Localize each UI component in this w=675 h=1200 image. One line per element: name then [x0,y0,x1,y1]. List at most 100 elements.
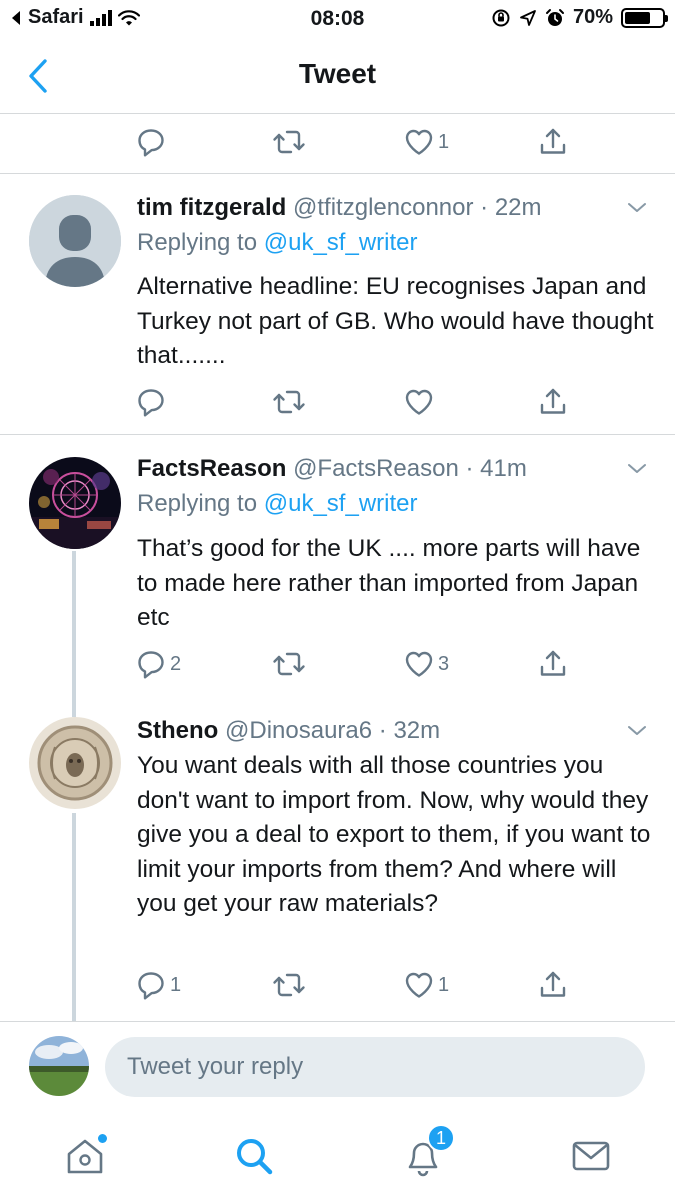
retweet-button[interactable] [272,382,306,422]
tweet-time: · 41m [465,455,527,482]
retweet-icon [272,970,306,1000]
tweet-text: That’s good for the UK .... more parts w… [137,535,641,631]
display-name[interactable]: Stheno [137,717,218,744]
like-count: 3 [438,652,450,675]
replying-to-link[interactable]: @uk_sf_writer [264,229,418,256]
tab-bar: 1 [0,1112,675,1200]
thread-line [72,551,76,699]
tab-search[interactable] [226,1128,282,1184]
tab-home[interactable] [57,1128,113,1184]
replying-to: Replying to @uk_sf_writer [137,490,418,518]
share-icon [538,649,568,679]
avatar[interactable] [29,717,121,809]
tweet-header: Stheno @Dinosaura6 · 32m [137,717,635,745]
replying-to-label: Replying to [137,490,258,517]
status-bar: Safari 08:08 70% [0,0,675,38]
back-button[interactable] [18,56,58,96]
user-handle[interactable]: @Dinosaura6 [225,717,372,744]
share-icon [538,970,568,1000]
parent-tweet-actions: 1 [130,122,610,162]
tweet-text: Alternative headline: EU recognises Japa… [137,273,654,369]
orientation-lock-icon [492,9,510,26]
reply-composer [0,1022,675,1112]
retweet-icon [272,127,306,157]
search-icon [237,1139,273,1175]
reply-icon [136,387,166,417]
like-icon [404,387,434,417]
battery-percent: 70% [572,6,613,28]
share-icon [538,387,568,417]
page-title: Tweet [298,58,377,89]
retweet-button[interactable] [272,122,306,162]
navigation-bar: Tweet [0,42,675,114]
display-name[interactable]: FactsReason [137,455,286,482]
status-bar-right: 70% [491,6,668,29]
share-button[interactable] [538,965,568,1005]
tweet-actions: 2 3 [130,644,610,684]
caret-down-icon[interactable] [625,196,649,220]
tweet-time: · 32m [378,717,441,744]
thread-line [72,813,76,1022]
like-button[interactable]: 3 [404,644,449,684]
reply-button[interactable] [136,122,166,162]
tweet-header: tim fitzgerald @tfitzglenconnor · 22m [137,194,635,222]
location-icon [520,9,536,26]
tweet-time: · 22m [480,194,542,221]
reply-tweet[interactable]: Stheno @Dinosaura6 · 32m You want deals … [0,697,675,1022]
retweet-icon [272,387,306,417]
like-count: 1 [438,130,450,153]
reply-button[interactable] [136,382,170,422]
stone-carving-avatar-image [29,717,121,809]
reply-button[interactable]: 2 [136,644,181,684]
tweet-actions: 1 1 [130,965,610,1005]
reply-icon [136,970,166,1000]
alarm-icon [545,8,564,26]
user-handle[interactable]: @tfitzglenconnor [293,194,473,221]
reply-button[interactable]: 1 [136,965,181,1005]
share-button[interactable] [538,122,568,162]
like-count: 1 [438,973,450,996]
caret-down-icon[interactable] [625,719,649,743]
like-icon [404,970,434,1000]
like-icon [404,127,434,157]
reply-count: 1 [170,973,182,996]
reply-tweet[interactable]: FactsReason @FactsReason · 41m Replying … [0,435,675,699]
share-icon [538,127,568,157]
retweet-icon [272,649,306,679]
retweet-button[interactable] [272,644,306,684]
replying-to-link[interactable]: @uk_sf_writer [264,490,418,517]
like-icon [404,649,434,679]
thread-line [72,697,76,717]
avatar[interactable] [29,457,121,549]
battery-icon [621,7,668,28]
new-content-dot [98,1134,107,1143]
notification-badge: 1 [427,1124,455,1152]
reply-icon [136,649,166,679]
share-button[interactable] [538,382,568,422]
avatar[interactable] [29,195,121,287]
share-button[interactable] [538,644,568,684]
back-chevron-icon [29,59,47,93]
landscape-avatar-image [29,1036,89,1096]
messages-icon [572,1141,610,1171]
reply-input[interactable] [105,1037,645,1097]
like-button[interactable]: 1 [404,122,449,162]
like-button[interactable] [404,382,438,422]
reply-icon [136,127,166,157]
caret-down-icon[interactable] [625,457,649,481]
fireworks-avatar-image [29,457,121,549]
tweet-actions [130,382,610,422]
display-name[interactable]: tim fitzgerald [137,194,286,221]
my-avatar[interactable] [29,1036,89,1096]
reply-count: 2 [170,652,182,675]
tweet-header: FactsReason @FactsReason · 41m [137,455,635,483]
replying-to: Replying to @uk_sf_writer [137,229,418,257]
tab-notifications[interactable]: 1 [395,1124,455,1184]
retweet-button[interactable] [272,965,306,1005]
like-button[interactable]: 1 [404,965,449,1005]
user-handle[interactable]: @FactsReason [293,455,459,482]
replying-to-label: Replying to [137,229,258,256]
reply-tweet[interactable]: tim fitzgerald @tfitzglenconnor · 22m Re… [0,174,675,434]
tab-messages[interactable] [563,1128,619,1184]
tweet-text: You want deals with all those countries … [137,752,651,917]
